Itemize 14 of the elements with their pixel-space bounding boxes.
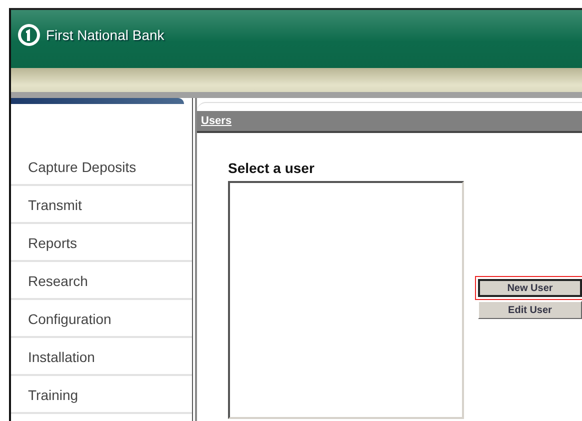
sidebar-item[interactable]: Training [11, 376, 192, 414]
sidebar-item[interactable]: Configuration [11, 300, 192, 338]
sidebar-item[interactable]: Installation [11, 338, 192, 376]
sidebar-item[interactable]: Reports [11, 224, 192, 262]
user-list[interactable] [228, 181, 464, 419]
sidebar-item[interactable]: Capture Deposits [11, 148, 192, 186]
sidebar-item[interactable]: Research [11, 262, 192, 300]
logo-icon [17, 23, 41, 47]
section-heading: Select a user [228, 160, 316, 176]
edit-user-button[interactable]: Edit User [478, 301, 582, 319]
users-link[interactable]: Users [201, 115, 232, 127]
new-user-button[interactable]: New User [478, 279, 582, 297]
sidebar-item[interactable]: Transmit [11, 186, 192, 224]
bank-name: First National Bank [46, 27, 164, 43]
